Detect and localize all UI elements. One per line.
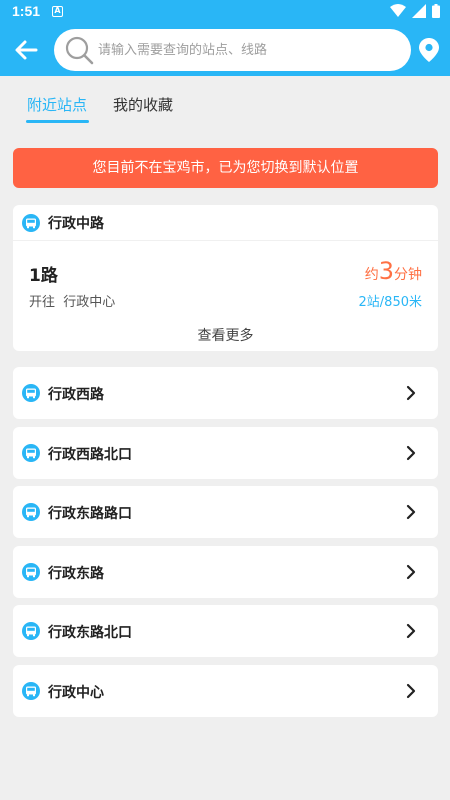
tab-nearby-stops[interactable]: 附近站点 — [27, 94, 87, 115]
stop-row-name: 行政西路 — [48, 387, 104, 403]
tab-bar: 附近站点 我的收藏 — [0, 76, 450, 132]
stop-row-name: 行政中心 — [48, 685, 104, 701]
arrow-left-icon[interactable] — [12, 36, 40, 64]
stop-row[interactable]: 行政东路北口 — [13, 605, 438, 657]
bus-stop-icon — [22, 563, 40, 581]
tab-active-indicator — [26, 120, 89, 123]
stop-row[interactable]: 行政西路 — [13, 367, 438, 419]
status-time: 1:51 — [12, 3, 41, 19]
chevron-right-icon — [406, 504, 416, 520]
tab-my-favorites[interactable]: 我的收藏 — [113, 94, 173, 115]
stop-row[interactable]: 行政中心 — [13, 665, 438, 717]
notification-icon: A — [52, 6, 63, 17]
status-bar: 1:51 A — [0, 0, 450, 24]
route-name[interactable]: 1路 — [29, 261, 58, 286]
stop-row[interactable]: 行政西路北口 — [13, 427, 438, 479]
arrival-eta: 约3分钟 — [365, 257, 422, 285]
stop-row-name: 行政东路北口 — [48, 625, 132, 641]
stop-name: 行政中路 — [48, 216, 104, 232]
location-notice-banner: 您目前不在宝鸡市，已为您切换到默认位置 — [13, 148, 438, 188]
app-bar — [0, 24, 450, 76]
nearest-stop-card: 行政中路 1路 开往 行政中心 约3分钟 2站/850米 查看更多 — [13, 205, 438, 351]
chevron-right-icon — [406, 683, 416, 699]
chevron-right-icon — [406, 445, 416, 461]
toward-label: 开往 — [29, 295, 56, 310]
battery-icon — [432, 4, 440, 18]
card-header[interactable]: 行政中路 — [13, 205, 438, 241]
search-icon — [65, 36, 94, 65]
bus-stop-icon — [22, 214, 40, 232]
search-input[interactable] — [98, 29, 398, 71]
bus-stop-icon — [22, 384, 40, 402]
bus-stop-icon — [22, 682, 40, 700]
toward-destination: 行政中心 — [63, 295, 116, 310]
eta-prefix: 约 — [364, 267, 379, 283]
search-box[interactable] — [54, 29, 411, 71]
chevron-right-icon — [406, 385, 416, 401]
signal-icon — [412, 4, 426, 18]
chevron-right-icon — [406, 623, 416, 639]
route-direction: 开往 行政中心 — [29, 291, 115, 310]
wifi-icon — [390, 4, 406, 17]
system-icons — [390, 4, 440, 18]
stop-row-name: 行政西路北口 — [48, 447, 132, 463]
bus-stop-icon — [22, 503, 40, 521]
distance-info: 2站/850米 — [358, 295, 422, 310]
stop-row[interactable]: 行政东路路口 — [13, 486, 438, 538]
chevron-right-icon — [406, 564, 416, 580]
eta-number: 3 — [378, 257, 394, 285]
stop-row[interactable]: 行政东路 — [13, 546, 438, 598]
bus-stop-icon — [22, 622, 40, 640]
stop-row-name: 行政东路 — [48, 566, 104, 582]
eta-unit: 分钟 — [394, 267, 422, 283]
stop-row-name: 行政东路路口 — [48, 506, 132, 522]
bus-stop-icon — [22, 444, 40, 462]
location-pin-icon[interactable] — [419, 38, 439, 62]
see-more-link[interactable]: 查看更多 — [13, 325, 438, 345]
